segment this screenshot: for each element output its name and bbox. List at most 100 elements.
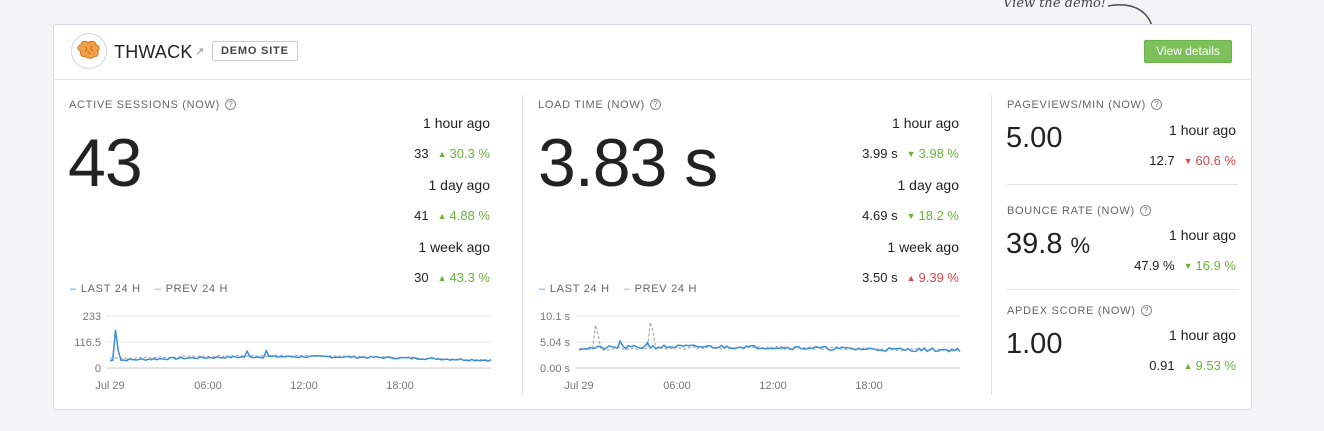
bounce-rate-label: BOUNCE RATE (NOW)? bbox=[1007, 205, 1151, 217]
lt-prev-value-3: 3.50 s bbox=[862, 270, 898, 285]
y-tick: 10.1 s bbox=[540, 311, 570, 323]
as-comparison-1: 33 ▲ 30.3 % bbox=[414, 146, 490, 161]
legend-current-swatch: – bbox=[539, 283, 546, 295]
pageviews-value: 5.00 bbox=[1006, 122, 1063, 154]
pv-change: ▼ 60.6 % bbox=[1175, 153, 1236, 168]
lt-period-3: 1 week ago bbox=[887, 239, 959, 255]
x-tick: 18:00 bbox=[855, 380, 883, 392]
up-arrow-icon: ▲ bbox=[437, 211, 447, 221]
brain-icon bbox=[77, 40, 100, 59]
as-period-2: 1 day ago bbox=[428, 177, 491, 193]
x-tick: 12:00 bbox=[759, 380, 787, 392]
help-icon[interactable]: ? bbox=[1139, 205, 1151, 216]
pageviews-label: PAGEVIEWS/MIN (NOW)? bbox=[1007, 99, 1162, 111]
x-tick: 18:00 bbox=[386, 380, 414, 392]
lt-comparison-3: 3.50 s ▲ 9.39 % bbox=[862, 270, 959, 285]
lt-comparison-2: 4.69 s ▼ 18.2 % bbox=[862, 208, 959, 223]
legend-previous-swatch: – bbox=[623, 283, 631, 295]
lt-period-1: 1 hour ago bbox=[892, 115, 959, 131]
as-prev-value-1: 33 bbox=[414, 146, 429, 161]
active-sessions-chart[interactable]: 233 116.5 0 Jul 29 06:00 12:00 18:00 bbox=[54, 305, 499, 395]
legend-current: LAST 24 H bbox=[549, 283, 610, 295]
as-change-3: ▲ 43.3 % bbox=[429, 270, 490, 285]
active-sessions-value: 43 bbox=[68, 125, 143, 201]
legend-previous: PREV 24 H bbox=[634, 283, 698, 295]
divider bbox=[1007, 289, 1238, 290]
card-header: THWACK ↗ DEMO SITE View details bbox=[54, 25, 1251, 80]
up-arrow-icon: ▲ bbox=[437, 273, 447, 283]
help-icon[interactable]: ? bbox=[1150, 99, 1162, 110]
load-time-number: 3.83 bbox=[538, 125, 667, 201]
lt-change-1-text: 3.98 % bbox=[918, 146, 959, 161]
help-icon[interactable]: ? bbox=[1140, 305, 1152, 316]
bounce-rate-label-text: BOUNCE RATE (NOW) bbox=[1007, 205, 1135, 217]
external-link-icon[interactable]: ↗ bbox=[195, 45, 204, 58]
load-time-chart[interactable]: 10.1 s 5.04 s 0.00 s Jul 29 06:00 12:00 … bbox=[523, 305, 968, 395]
site-name[interactable]: THWACK bbox=[114, 42, 193, 63]
active-sessions-label-text: ACTIVE SESSIONS (NOW) bbox=[69, 99, 220, 111]
down-arrow-icon: ▼ bbox=[906, 149, 916, 159]
ap-comparison: 0.91 ▲ 9.53 % bbox=[1149, 358, 1236, 373]
pv-change-text: 60.6 % bbox=[1195, 153, 1236, 168]
down-arrow-icon: ▼ bbox=[1183, 261, 1193, 271]
active-sessions-label: ACTIVE SESSIONS (NOW)? bbox=[69, 99, 236, 111]
as-change-1-text: 30.3 % bbox=[449, 146, 490, 161]
as-prev-value-2: 41 bbox=[414, 208, 429, 223]
br-change: ▼ 16.9 % bbox=[1175, 258, 1236, 273]
as-legend: – LAST 24 H – PREV 24 H bbox=[70, 283, 228, 295]
help-icon[interactable]: ? bbox=[649, 99, 661, 110]
legend-current: LAST 24 H bbox=[80, 283, 141, 295]
br-change-text: 16.9 % bbox=[1195, 258, 1236, 273]
demo-annotation: View the demo! bbox=[1003, 0, 1107, 11]
x-tick: Jul 29 bbox=[564, 380, 593, 392]
up-arrow-icon: ▲ bbox=[437, 149, 447, 159]
as-period-1: 1 hour ago bbox=[423, 115, 490, 131]
pv-prev-value: 12.7 bbox=[1149, 153, 1175, 168]
as-change-2-text: 4.88 % bbox=[449, 208, 490, 223]
demo-site-badge: DEMO SITE bbox=[212, 41, 298, 61]
load-time-label-text: LOAD TIME (NOW) bbox=[538, 99, 645, 111]
x-tick: Jul 29 bbox=[95, 380, 124, 392]
as-prev-value-3: 30 bbox=[414, 270, 429, 285]
legend-previous: PREV 24 H bbox=[165, 283, 229, 295]
br-comparison: 47.9 % ▼ 16.9 % bbox=[1134, 258, 1236, 273]
lt-change-2-text: 18.2 % bbox=[918, 208, 959, 223]
load-time-value: 3.83 s bbox=[538, 129, 718, 197]
lt-prev-value-1: 3.99 s bbox=[862, 146, 898, 161]
apdex-label: APDEX SCORE (NOW)? bbox=[1007, 305, 1152, 317]
current-series-line bbox=[578, 339, 961, 353]
legend-previous-swatch: – bbox=[154, 283, 162, 295]
as-change-3-text: 43.3 % bbox=[449, 270, 490, 285]
br-period: 1 hour ago bbox=[1169, 227, 1236, 243]
pv-period: 1 hour ago bbox=[1169, 122, 1236, 138]
apdex-value: 1.00 bbox=[1006, 328, 1063, 360]
lt-legend: – LAST 24 H – PREV 24 H bbox=[539, 283, 697, 295]
pageviews-label-text: PAGEVIEWS/MIN (NOW) bbox=[1007, 99, 1146, 111]
up-arrow-icon: ▲ bbox=[1183, 361, 1193, 371]
x-tick: 06:00 bbox=[194, 380, 222, 392]
lt-change-3: ▲ 9.39 % bbox=[898, 270, 959, 285]
lt-change-1: ▼ 3.98 % bbox=[898, 146, 959, 161]
as-period-3: 1 week ago bbox=[418, 239, 490, 255]
load-time-unit: s bbox=[684, 125, 718, 201]
view-details-button[interactable]: View details bbox=[1144, 40, 1232, 63]
down-arrow-icon: ▼ bbox=[906, 211, 916, 221]
load-time-label: LOAD TIME (NOW)? bbox=[538, 99, 661, 111]
y-tick: 233 bbox=[83, 311, 101, 323]
x-tick: 12:00 bbox=[290, 380, 318, 392]
ap-change-text: 9.53 % bbox=[1195, 358, 1236, 373]
br-prev-value: 47.9 % bbox=[1134, 258, 1175, 273]
help-icon[interactable]: ? bbox=[225, 99, 236, 110]
as-comparison-3: 30 ▲ 43.3 % bbox=[414, 270, 490, 285]
down-arrow-icon: ▼ bbox=[1183, 156, 1193, 166]
as-change-2: ▲ 4.88 % bbox=[429, 208, 490, 223]
site-logo bbox=[71, 33, 107, 69]
lt-change-2: ▼ 18.2 % bbox=[898, 208, 959, 223]
lt-prev-value-2: 4.69 s bbox=[862, 208, 898, 223]
y-tick: 116.5 bbox=[74, 337, 101, 349]
lt-comparison-1: 3.99 s ▼ 3.98 % bbox=[862, 146, 959, 161]
bounce-rate-value: 39.8 % bbox=[1006, 230, 1090, 259]
as-change-1: ▲ 30.3 % bbox=[429, 146, 490, 161]
ap-period: 1 hour ago bbox=[1169, 327, 1236, 343]
legend-current-swatch: – bbox=[70, 283, 77, 295]
